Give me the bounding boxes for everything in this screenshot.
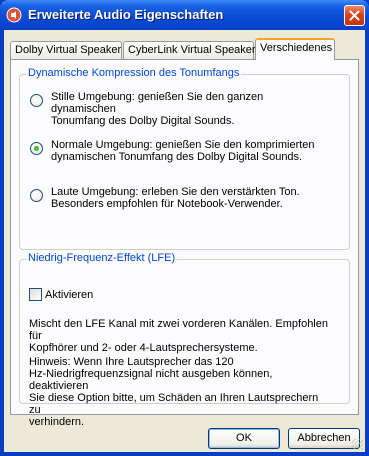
radio-normal[interactable] [30, 142, 43, 155]
lfe-group: Niedrig-Frequenz-Effekt (LFE) Aktivieren… [19, 252, 350, 428]
window-title: Erweiterte Audio Eigenschaften [28, 7, 224, 22]
lfe-enable-row[interactable]: Aktivieren [29, 288, 93, 301]
radio-option-loud[interactable]: Laute Umgebung: erleben Sie den verstärk… [30, 186, 321, 210]
tab-panel: Dynamische Kompression des Tonumfangs St… [10, 59, 359, 428]
tab-verschiedenes[interactable]: Verschiedenes [255, 38, 335, 60]
radio-option-normal[interactable]: Normale Umgebung: genießen Sie den kompr… [30, 139, 321, 163]
tab-dolby-virtual-speaker[interactable]: Dolby Virtual Speaker [10, 41, 122, 59]
radio-label-normal: Normale Umgebung: genießen Sie den kompr… [51, 139, 315, 163]
dialog-client-area: Dolby Virtual Speaker CyberLink Virtual … [4, 30, 365, 452]
title-bar[interactable]: Erweiterte Audio Eigenschaften [0, 0, 369, 30]
resize-gripper[interactable] [352, 439, 363, 450]
compression-group: Dynamische Kompression des Tonumfangs St… [19, 67, 350, 250]
close-icon [349, 10, 360, 21]
radio-option-quiet[interactable]: Stille Umgebung: genießen Sie den ganzen… [30, 91, 321, 127]
radio-quiet[interactable] [30, 94, 43, 107]
radio-label-quiet: Stille Umgebung: genießen Sie den ganzen… [51, 91, 264, 127]
audio-app-icon [6, 7, 22, 23]
radio-loud[interactable] [30, 189, 43, 202]
lfe-enable-checkbox[interactable] [29, 288, 42, 301]
lfe-description: Mischt den LFE Kanal mit zwei vorderen K… [29, 318, 328, 354]
close-button[interactable] [344, 5, 365, 26]
lfe-legend: Niedrig-Frequenz-Effekt (LFE) [26, 252, 178, 264]
tab-cyberlink-virtual-speaker[interactable]: CyberLink Virtual Speaker [123, 41, 256, 59]
ok-button[interactable]: OK [208, 428, 280, 449]
lfe-note: Hinweis: Wenn Ihre Lautsprecher das 120 … [29, 356, 319, 428]
compression-legend: Dynamische Kompression des Tonumfangs [26, 67, 242, 79]
radio-label-loud: Laute Umgebung: erleben Sie den verstärk… [51, 186, 300, 210]
dialog-window: Erweiterte Audio Eigenschaften Dolby Vir… [0, 0, 369, 456]
lfe-enable-label: Aktivieren [45, 288, 94, 301]
cancel-button[interactable]: Abbrechen [288, 428, 360, 449]
